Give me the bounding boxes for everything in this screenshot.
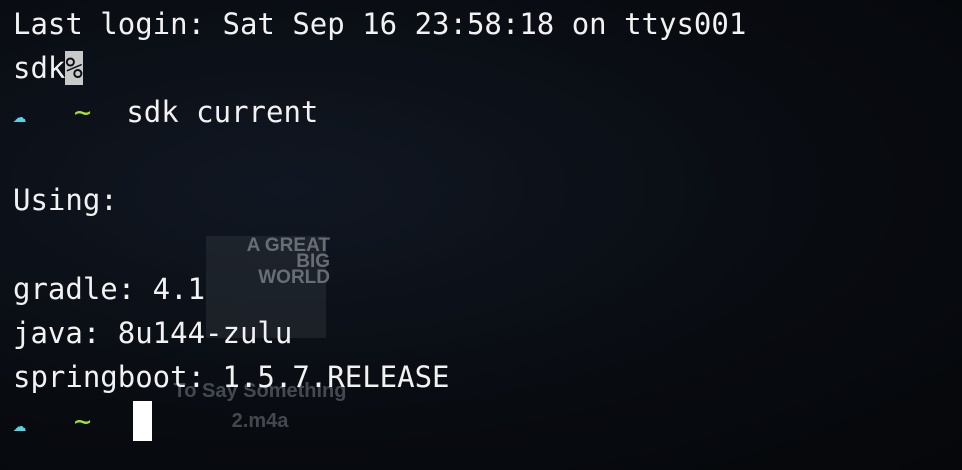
- cloud-icon: ☁: [13, 412, 27, 437]
- prompt-tilde: ~: [73, 404, 92, 438]
- desktop-album-title: A GREAT BIG WORLD: [246, 235, 330, 288]
- prompt-tilde: ~: [73, 95, 92, 129]
- candidate-java: java: 8u144-zulu: [13, 316, 293, 350]
- cloud-icon: ☁: [13, 103, 27, 128]
- prompt-user: sdk: [13, 51, 66, 85]
- candidate-gradle: gradle: 4.1: [13, 272, 206, 306]
- text-cursor[interactable]: [133, 401, 152, 441]
- active-prompt-line[interactable]: ☁ ~: [13, 403, 91, 439]
- desktop-file-name-line2: 2.m4a: [231, 410, 289, 432]
- prompt-percent: %: [65, 51, 83, 85]
- last-login-line: Last login: Sat Sep 16 23:58:18 on ttys0…: [13, 7, 747, 41]
- using-label: Using:: [13, 183, 118, 217]
- terminal-window[interactable]: A GREAT BIG WORLD To Say Something 2.m4a…: [0, 0, 962, 470]
- candidate-springboot: springboot: 1.5.7.RELEASE: [13, 360, 450, 394]
- command-line: ☁ ~ sdk current: [13, 94, 318, 130]
- command-text: sdk current: [126, 95, 319, 129]
- sdk-prompt-line: sdk%: [13, 50, 83, 86]
